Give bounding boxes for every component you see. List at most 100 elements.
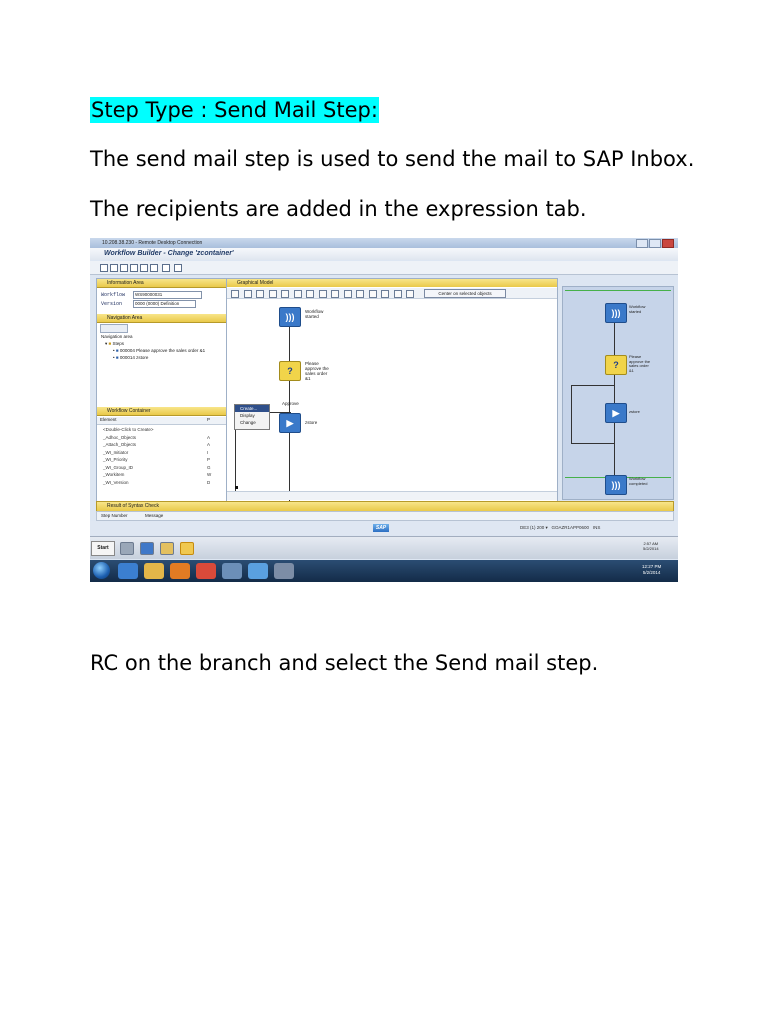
delete-icon[interactable] (268, 290, 277, 298)
step-icon: ■ (115, 348, 119, 353)
sap-gui-icon[interactable] (180, 542, 194, 555)
paragraph-send-mail: The send mail step is used to send the m… (90, 147, 695, 171)
syntax-columns: Step Number Message (96, 511, 674, 521)
info-area-header[interactable]: Information Area (97, 279, 228, 288)
maximize-icon[interactable] (649, 239, 661, 248)
overview-started-node[interactable]: ))) (605, 303, 627, 323)
undo-icon[interactable] (306, 290, 314, 298)
zoom-out-icon[interactable] (368, 290, 377, 298)
version-label: Version (101, 301, 123, 307)
approval-step-node[interactable]: ? (279, 361, 301, 381)
new-icon[interactable] (100, 264, 108, 272)
window-title: Workflow Builder - Change 'zcontainer' (104, 250, 234, 257)
binding-icon[interactable] (162, 264, 170, 272)
taskbar-clock[interactable]: 12:27 PM 5/2/2014 (642, 564, 661, 576)
paste-icon[interactable] (293, 290, 302, 298)
container-row[interactable]: <Double-Click to Create> (103, 427, 154, 432)
find-icon[interactable] (393, 290, 402, 298)
redo-icon[interactable] (318, 290, 327, 298)
sap-logo: SAP (373, 524, 389, 532)
workflow-builder-screenshot: 10.208.38.230 - Remote Desktop Connectio… (90, 238, 678, 582)
copy-icon[interactable] (256, 290, 264, 298)
copy-icon[interactable] (110, 264, 118, 272)
windows-start-orb[interactable] (93, 562, 110, 579)
approval-step-label: Please approve the sales order &1 (305, 361, 329, 381)
container-row[interactable]: _Workitem W (103, 472, 211, 477)
activate-icon[interactable] (130, 264, 138, 272)
system-id: DE3 (1) 200 (520, 525, 545, 530)
container-row[interactable]: _WI_Group_ID G (103, 465, 211, 470)
ie-icon[interactable] (118, 563, 138, 579)
window-title-bar: Workflow Builder - Change 'zcontainer' (90, 248, 678, 260)
tree-step-approve[interactable]: • ■ 000004 Please approve the sales orde… (113, 348, 205, 353)
center-on-selected-button[interactable]: Center on selected objects (424, 289, 506, 298)
windows-taskbar: 12:27 PM 5/2/2014 (90, 560, 678, 582)
chrome-icon[interactable] (196, 563, 216, 579)
edit-icon[interactable] (243, 290, 252, 298)
left-pane: Information Area Workflow WS90000031 Ver… (96, 278, 229, 502)
browser-icon[interactable] (140, 542, 154, 555)
layout-icon[interactable] (174, 264, 182, 272)
menu-display[interactable]: Display (235, 412, 269, 419)
container-row[interactable]: _Adhoc_Objects A (103, 434, 210, 440)
container-column-header: Element P (97, 417, 228, 425)
zstore-node[interactable]: ▶ (279, 413, 301, 433)
overview-approval-label: Please approve the sales order &1 (629, 354, 651, 373)
version-field[interactable]: 0000 (0000) Definition (133, 300, 196, 308)
tree-step-approve-label: 000004 Please approve the sales order &1 (119, 348, 206, 353)
workflow-container-header[interactable]: Workflow Container (97, 407, 228, 416)
zoom-in-icon[interactable] (356, 290, 364, 298)
container-row[interactable]: _WI_Initiator I (103, 450, 208, 455)
menu-create[interactable]: Create... (235, 405, 269, 412)
start-button[interactable]: Start (91, 541, 115, 556)
media-player-icon[interactable] (170, 563, 190, 579)
workflow-field[interactable]: WS90000031 (133, 291, 202, 299)
navigation-area-title: Navigation Area (107, 315, 143, 321)
printer-icon[interactable] (120, 542, 134, 555)
remote-desktop-icon[interactable] (274, 563, 294, 579)
close-icon[interactable] (662, 239, 674, 248)
graphical-model-title: Graphical Model (237, 280, 274, 286)
word-icon[interactable] (248, 563, 268, 579)
folder-icon[interactable] (160, 542, 174, 555)
branch-icon[interactable] (343, 290, 352, 298)
nav-toolbar[interactable] (100, 324, 128, 333)
container-row-label: _Adhoc_Objects (103, 434, 137, 440)
cut-icon[interactable] (281, 290, 289, 298)
workflow-started-node[interactable]: ))) (279, 307, 301, 327)
settings-icon[interactable] (120, 264, 128, 272)
explorer-icon[interactable] (144, 563, 164, 579)
overview-store-node[interactable]: ▶ (605, 403, 627, 423)
minimize-icon[interactable] (636, 239, 648, 248)
container-row[interactable]: _WI_Version D (103, 480, 210, 485)
remote-taskbar: Start 2:57 AM 5/2/2014 (90, 536, 678, 559)
print-icon[interactable] (381, 290, 389, 298)
graphical-model-header[interactable]: Graphical Model (227, 279, 557, 287)
navigation-area-header[interactable]: Navigation Area (97, 314, 228, 323)
network-icon[interactable] (222, 563, 242, 579)
container-row[interactable]: _WI_Priority P (103, 457, 210, 462)
step-icon[interactable] (331, 290, 339, 298)
tree-step-store[interactable]: • ■ 000014 zstore (113, 355, 148, 360)
branch-approve-label: Approve (282, 401, 299, 406)
info-icon[interactable] (140, 264, 148, 272)
layout-icon[interactable] (406, 290, 414, 298)
rdp-title: 10.208.38.230 - Remote Desktop Connectio… (102, 240, 203, 246)
tree-steps[interactable]: ▾ ■ Steps (105, 341, 124, 347)
overview-approval-node[interactable]: ? (605, 355, 627, 375)
col-message: Message (145, 513, 164, 518)
menu-change[interactable]: Change (235, 419, 269, 426)
overview-store-label: zstore (629, 409, 640, 414)
system-info[interactable]: DE3 (1) 200 ▾ GOAZR1APP0600 INS (520, 525, 600, 531)
section-heading: Step Type : Send Mail Step: (90, 97, 379, 123)
test-icon[interactable] (150, 264, 158, 272)
overview-completed-node[interactable]: ))) (605, 475, 627, 495)
container-row[interactable]: _Attach_Objects A (103, 442, 210, 447)
new-icon[interactable] (231, 290, 239, 298)
event-icon: ))) (285, 312, 295, 322)
branch-end-handle[interactable] (235, 486, 238, 489)
container-row-p: D (207, 479, 211, 485)
event-icon: ))) (611, 480, 621, 490)
graph-scrollbar[interactable] (227, 491, 557, 500)
container-row-p: I (207, 449, 209, 455)
